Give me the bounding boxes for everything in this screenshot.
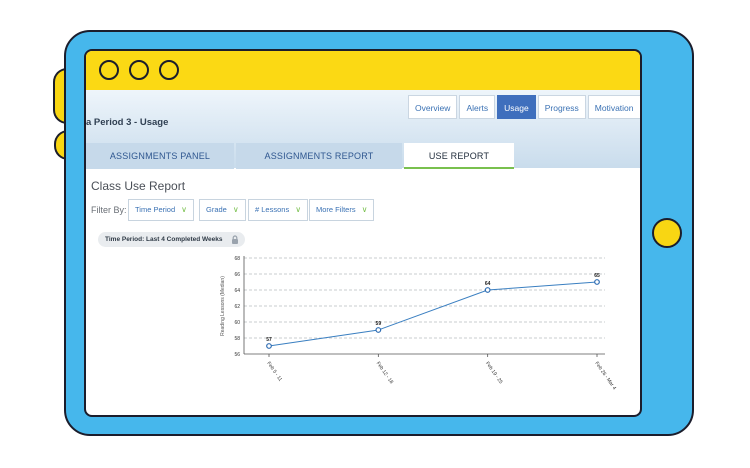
data-label: 65 — [594, 273, 600, 279]
y-tick-label: 66 — [234, 272, 240, 278]
data-point — [484, 287, 491, 293]
x-tick-label: Feb 19 - 25 — [484, 361, 504, 386]
y-tick-label: 60 — [234, 320, 240, 326]
data-point — [375, 327, 382, 333]
x-tick-label: Feb 26 - Mar 4 — [593, 361, 617, 391]
y-tick-label: 56 — [234, 352, 240, 358]
data-label: 64 — [485, 281, 491, 287]
y-tick-label: 68 — [234, 256, 240, 262]
y-tick-label: 64 — [234, 288, 240, 294]
data-label: 57 — [266, 337, 272, 343]
x-tick-label: Feb 12 - 18 — [375, 361, 395, 386]
usage-line-chart: 56 58 60 62 64 66 68 57 Feb 5 - 11 59 Feb 12 - 18 6… — [220, 256, 617, 391]
x-tick-label: Feb 5 - 11 — [265, 361, 283, 383]
data-label: 59 — [376, 321, 382, 327]
y-tick-label: 62 — [234, 304, 240, 310]
y-tick-label: 58 — [234, 336, 240, 342]
tablet-home-button — [652, 218, 682, 248]
y-axis-label: Reading Lessons (Median) — [220, 276, 226, 336]
data-point — [266, 343, 272, 349]
series-line — [268, 281, 598, 347]
app-window: a Period 3 - Usage Overview Alerts Usage… — [84, 49, 642, 417]
data-point — [594, 279, 600, 285]
